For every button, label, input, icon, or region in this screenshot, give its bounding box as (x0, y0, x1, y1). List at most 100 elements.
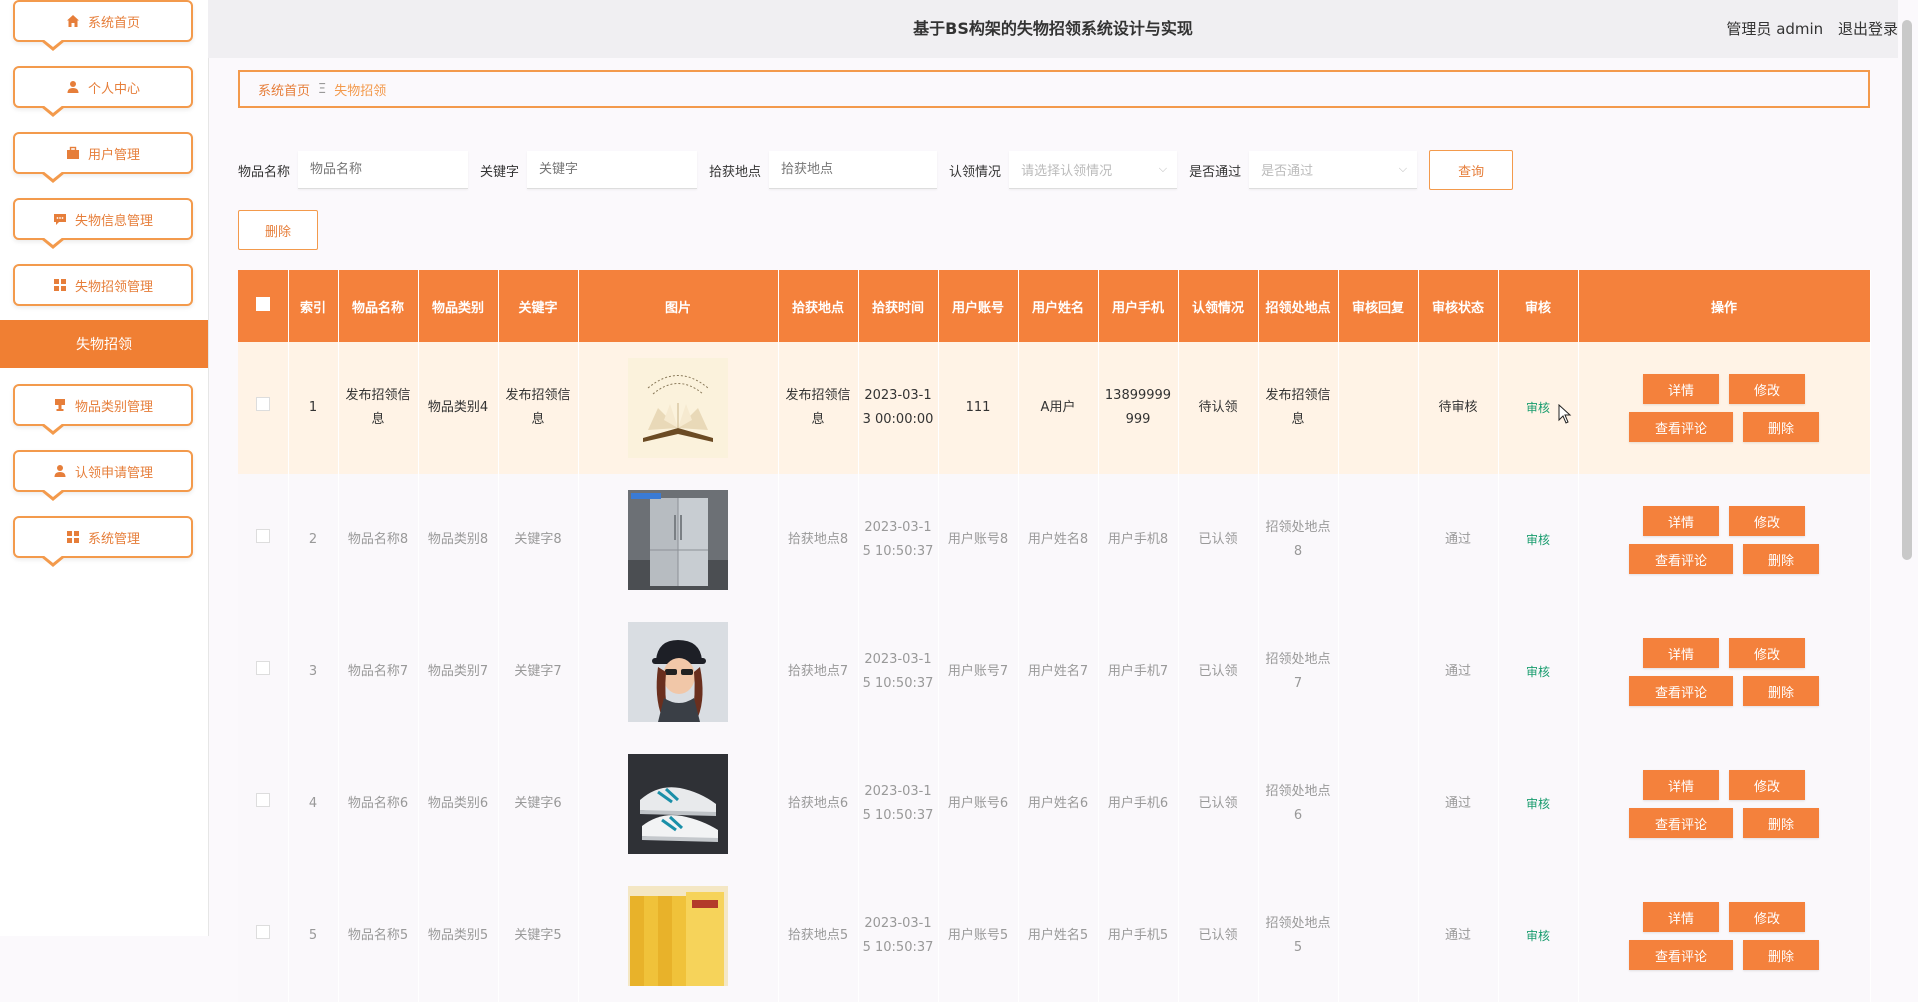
sneaker-photo[interactable] (628, 754, 728, 854)
edit-button[interactable]: 修改 (1729, 506, 1805, 536)
sidebar-item-system[interactable]: 系统管理 (13, 516, 193, 567)
row-checkbox[interactable] (255, 529, 270, 543)
item-name-label: 物品名称 (238, 164, 291, 180)
sidebar-item-found-manage[interactable]: 失物招领管理 (13, 264, 193, 306)
sidebar-item-category[interactable]: 物品类别管理 (13, 384, 193, 435)
top-header: 基于BS构架的失物招领系统设计与实现 管理员 admin 退出登录 (208, 0, 1898, 58)
location-input[interactable] (769, 151, 938, 189)
cell-reply (1338, 342, 1419, 474)
user-label: 管理员 admin (1726, 20, 1824, 38)
row-select-cell (238, 474, 289, 606)
column-header: 用户姓名 (1018, 270, 1099, 342)
breadcrumb-home[interactable]: 系统首页 (258, 80, 310, 99)
cell-time: 2023-03-15 10:50:37 (858, 738, 939, 870)
user-icon (66, 80, 80, 94)
cell-phone: 用户手机6 (1098, 738, 1179, 870)
row-checkbox[interactable] (255, 793, 270, 807)
edit-button[interactable]: 修改 (1729, 374, 1805, 404)
fridge-photo[interactable] (628, 490, 728, 590)
cell-audit: 审核 (1498, 870, 1579, 1002)
table-row: 4 物品名称6 物品类别6 关键字6 拾获地点6 2023-03-15 10:5… (238, 738, 1871, 870)
table-row: 5 物品名称5 物品类别5 关键字5 拾获地点5 2023-03-15 10:5… (238, 870, 1871, 1002)
cell-audit: 审核 (1498, 606, 1579, 738)
column-header: 物品类别 (418, 270, 499, 342)
detail-button[interactable]: 详情 (1643, 902, 1719, 932)
cell-name: 物品名称6 (338, 738, 419, 870)
view-comments-button[interactable]: 查看评论 (1629, 544, 1733, 574)
detail-button[interactable]: 详情 (1643, 770, 1719, 800)
hat-woman-photo[interactable] (628, 622, 728, 722)
select-all-checkbox[interactable] (255, 297, 270, 311)
cell-username: 用户姓名5 (1018, 870, 1099, 1002)
cell-keyword: 关键字8 (498, 474, 579, 606)
cell-reply (1338, 738, 1419, 870)
home-icon (66, 14, 80, 28)
cell-time: 2023-03-15 10:50:37 (858, 870, 939, 1002)
sidebar-subitem-found[interactable]: 失物招领 (0, 320, 208, 368)
row-select-cell (238, 342, 289, 474)
cell-name: 物品名称8 (338, 474, 419, 606)
detail-button[interactable]: 详情 (1643, 638, 1719, 668)
cell-category: 物品类别7 (418, 606, 499, 738)
sidebar-item-users[interactable]: 用户管理 (13, 132, 193, 183)
cell-location: 拾获地点8 (778, 474, 859, 606)
delete-selected-button[interactable]: 删除 (238, 210, 318, 250)
cell-time: 2023-03-13 00:00:00 (858, 342, 939, 474)
cell-image (578, 606, 779, 738)
table-row: 2 物品名称8 物品类别8 关键字8 拾获地点8 2023-03-15 10:5… (238, 474, 1871, 606)
edit-button[interactable]: 修改 (1729, 638, 1805, 668)
view-comments-button[interactable]: 查看评论 (1629, 808, 1733, 838)
row-select-cell (238, 738, 289, 870)
detail-button[interactable]: 详情 (1643, 374, 1719, 404)
sidebar-item-label: 个人中心 (87, 81, 140, 97)
books-photo[interactable] (628, 886, 728, 986)
delete-button[interactable]: 删除 (1743, 544, 1819, 574)
cell-time: 2023-03-15 10:50:37 (858, 474, 939, 606)
sidebar-item-claims[interactable]: 认领申请管理 (13, 450, 193, 501)
sidebar-item-lost-info[interactable]: 失物信息管理 (13, 198, 193, 249)
detail-button[interactable]: 详情 (1643, 506, 1719, 536)
cell-category: 物品类别5 (418, 870, 499, 1002)
audit-link[interactable]: 审核 (1526, 797, 1550, 811)
keyword-input[interactable] (527, 151, 698, 189)
scrollbar-thumb[interactable] (1902, 20, 1912, 560)
cell-office: 招领处地点5 (1258, 870, 1339, 1002)
audit-link[interactable]: 审核 (1526, 533, 1550, 547)
page-scrollbar[interactable] (1902, 0, 1912, 936)
cell-keyword: 发布招领信息 (498, 342, 579, 474)
cell-category: 物品类别4 (418, 342, 499, 474)
row-checkbox[interactable] (255, 661, 270, 675)
query-button[interactable]: 查询 (1429, 150, 1514, 190)
audit-link[interactable]: 审核 (1526, 665, 1550, 679)
cell-reply (1338, 474, 1419, 606)
delete-button[interactable]: 删除 (1743, 412, 1819, 442)
delete-button[interactable]: 删除 (1743, 808, 1819, 838)
sidebar-item-profile[interactable]: 个人中心 (13, 66, 193, 117)
view-comments-button[interactable]: 查看评论 (1629, 676, 1733, 706)
row-checkbox[interactable] (255, 397, 270, 411)
keyword-label: 关键字 (480, 164, 520, 180)
view-comments-button[interactable]: 查看评论 (1629, 412, 1733, 442)
cell-keyword: 关键字7 (498, 606, 579, 738)
claim-select[interactable]: 请选择认领情况 ⌵ (1009, 151, 1178, 189)
item-name-input[interactable] (298, 151, 469, 189)
edit-button[interactable]: 修改 (1729, 770, 1805, 800)
cell-reply (1338, 606, 1419, 738)
cell-account: 用户账号5 (938, 870, 1019, 1002)
delete-button[interactable]: 删除 (1743, 940, 1819, 970)
view-comments-button[interactable]: 查看评论 (1629, 940, 1733, 970)
sidebar-item-home[interactable]: 系统首页 (13, 0, 193, 51)
book-photo[interactable] (628, 358, 728, 458)
claim-label: 认领情况 (949, 164, 1002, 180)
cell-claim: 待认领 (1178, 342, 1259, 474)
row-checkbox[interactable] (255, 925, 270, 939)
logout-link[interactable]: 退出登录 (1838, 20, 1898, 38)
cell-name: 物品名称5 (338, 870, 419, 1002)
row-select-cell (238, 606, 289, 738)
edit-button[interactable]: 修改 (1729, 902, 1805, 932)
pass-select[interactable]: 是否通过 ⌵ (1249, 151, 1418, 189)
audit-link[interactable]: 审核 (1526, 401, 1550, 415)
location-label: 拾获地点 (709, 164, 762, 180)
mouse-cursor-icon (1558, 403, 1572, 428)
delete-button[interactable]: 删除 (1743, 676, 1819, 706)
